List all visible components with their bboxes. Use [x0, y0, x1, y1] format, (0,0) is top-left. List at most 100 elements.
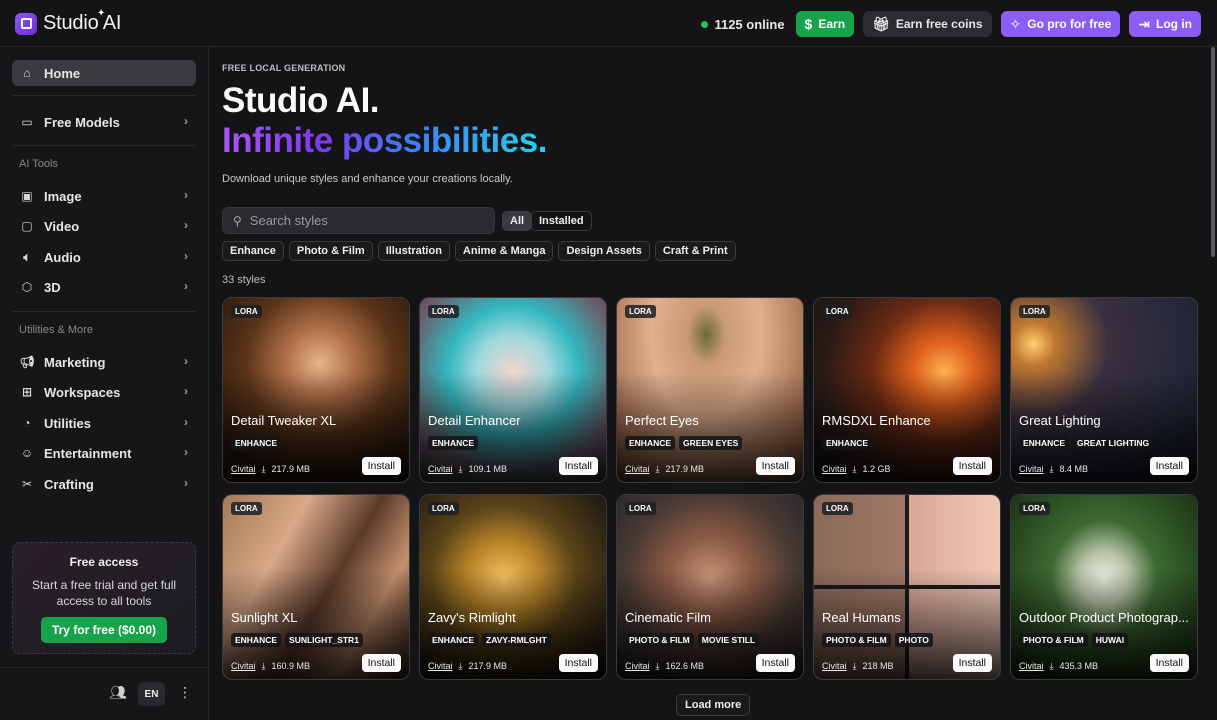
source-link[interactable]: Civitai — [428, 464, 453, 475]
sidebar-item-label: Image — [44, 188, 82, 204]
install-button[interactable]: Install — [755, 457, 795, 475]
card-title: Zavy's Rimlight — [428, 610, 516, 625]
source-link[interactable]: Civitai — [625, 464, 650, 475]
sidebar-item-entertainment[interactable]: ☺ Entertainment › — [12, 440, 196, 466]
free-access-description: Start a free trial and get full access t… — [31, 578, 177, 608]
card-tag: GREAT LIGHTING — [1073, 436, 1154, 450]
card-tag: MOVIE STILL — [697, 633, 760, 647]
source-link[interactable]: Civitai — [231, 464, 256, 475]
download-icon: ⤓ — [1049, 661, 1054, 671]
style-card[interactable]: LORA Outdoor Product Photograp... PHOTO … — [1010, 494, 1198, 680]
login-icon: ⇥ — [1138, 16, 1150, 32]
language-selector[interactable]: EN — [138, 682, 165, 706]
install-button[interactable]: Install — [361, 654, 401, 672]
chevron-right-icon: › — [184, 415, 188, 429]
grid-icon: ⊞ — [21, 385, 33, 399]
filter-installed[interactable]: Installed — [531, 211, 592, 231]
earn-coins-button[interactable]: 🎁︎ Earn free coins — [863, 11, 992, 37]
sidebar-item-utilities[interactable]: ◔ Utilities › — [12, 410, 196, 436]
category-chip[interactable]: Illustration — [377, 241, 450, 261]
scrollbar[interactable] — [1209, 47, 1217, 720]
app-logo[interactable]: Studio AI ✦ — [15, 8, 121, 35]
category-chip[interactable]: Design Assets — [558, 241, 650, 261]
sidebar-item-3d[interactable]: ⬡ 3D › — [12, 274, 196, 300]
page-title: Studio AI. — [222, 81, 380, 120]
sidebar-item-marketing[interactable]: 📢︎ Marketing › — [12, 349, 196, 375]
top-bar: Studio AI ✦ 1125 online $ Earn 🎁︎ Earn f… — [0, 0, 1217, 47]
try-free-button[interactable]: Try for free ($0.00) — [40, 617, 168, 643]
install-button[interactable]: Install — [1149, 654, 1189, 672]
sidebar-item-audio[interactable]: 🔈︎ Audio › — [12, 244, 196, 270]
login-button[interactable]: ⇥ Log in — [1129, 11, 1201, 37]
video-icon: ▢ — [21, 219, 33, 233]
install-button[interactable]: Install — [755, 654, 795, 672]
chevron-right-icon: › — [184, 476, 188, 490]
more-vertical-icon[interactable]: ⋮ — [178, 684, 192, 701]
category-chip[interactable]: Enhance — [222, 241, 284, 261]
card-title: Outdoor Product Photograp... — [1019, 610, 1189, 625]
style-card[interactable]: LORA Perfect Eyes ENHANCE GREEN EYES Civi… — [616, 297, 804, 483]
load-more-button[interactable]: Load more — [676, 694, 751, 716]
page-description: Download unique styles and enhance your … — [222, 173, 513, 185]
category-chip[interactable]: Anime & Manga — [454, 241, 554, 261]
eyebrow-label: FREE LOCAL GENERATION — [222, 63, 346, 73]
dollar-icon: $ — [804, 16, 813, 32]
style-card[interactable]: LORA Detail Enhancer ENHANCE Civitai ⤓ 109… — [419, 297, 607, 483]
lora-badge: LORA — [1019, 502, 1050, 515]
sidebar-item-video[interactable]: ▢ Video › — [12, 213, 196, 239]
lora-badge: LORA — [625, 502, 656, 515]
filter-all[interactable]: All — [502, 211, 533, 231]
earn-button[interactable]: $ Earn — [795, 11, 855, 37]
sidebar-item-image[interactable]: ▣ Image › — [12, 183, 196, 209]
sidebar-item-home[interactable]: ⌂ Home — [12, 60, 196, 86]
sidebar-item-label: Free Models — [44, 114, 120, 130]
image-icon: ▣ — [21, 189, 33, 203]
install-button[interactable]: Install — [558, 654, 598, 672]
source-link[interactable]: Civitai — [822, 464, 847, 475]
install-button[interactable]: Install — [952, 654, 992, 672]
card-tag: PHOTO & FILM — [822, 633, 891, 647]
lora-badge: LORA — [428, 502, 459, 515]
card-tag: HUWAI — [1091, 633, 1129, 647]
style-card[interactable]: LORA Real Humans PHOTO & FILM PHOTO Civit… — [813, 494, 1001, 680]
install-button[interactable]: Install — [361, 457, 401, 475]
style-card[interactable]: LORA Detail Tweaker XL ENHANCE Civitai ⤓ 2… — [222, 297, 410, 483]
divider — [12, 311, 196, 312]
sidebar-item-crafting[interactable]: ✂ Crafting › — [12, 471, 196, 497]
category-chip[interactable]: Craft & Print — [654, 241, 736, 261]
lora-badge: LORA — [822, 305, 853, 318]
card-tag: ENHANCE — [822, 436, 873, 450]
users-icon[interactable]: 👥︎ — [109, 684, 127, 701]
style-card[interactable]: LORA Zavy's Rimlight ENHANCE ZAVY-RMLGHT … — [419, 494, 607, 680]
sidebar-item-free-models[interactable]: ▭ Free Models › — [12, 109, 196, 135]
sidebar-item-workspaces[interactable]: ⊞ Workspaces › — [12, 379, 196, 405]
file-size: 109.1 MB — [468, 464, 508, 474]
file-size: 217.9 MB — [468, 661, 508, 671]
source-link[interactable]: Civitai — [1019, 464, 1044, 475]
lora-badge: LORA — [231, 305, 262, 318]
source-link[interactable]: Civitai — [822, 661, 847, 672]
go-pro-button[interactable]: ✧ Go pro for free — [1000, 11, 1121, 37]
category-chip[interactable]: Photo & Film — [288, 241, 373, 261]
install-button[interactable]: Install — [952, 457, 992, 475]
source-link[interactable]: Civitai — [625, 661, 650, 672]
style-card[interactable]: LORA Sunlight XL ENHANCE SUNLIGHT_STR1 Ci… — [222, 494, 410, 680]
section-heading-utilities: Utilities & More — [19, 324, 93, 336]
style-card[interactable]: LORA Cinematic Film PHOTO & FILM MOVIE ST… — [616, 494, 804, 680]
sidebar: ⌂ Home ▭ Free Models › AI Tools ▣ Image … — [0, 47, 209, 720]
source-link[interactable]: Civitai — [428, 661, 453, 672]
chevron-right-icon: › — [184, 188, 188, 202]
main-content: FREE LOCAL GENERATION Studio AI. Infinit… — [209, 47, 1209, 720]
source-link[interactable]: Civitai — [1019, 661, 1044, 672]
style-card[interactable]: LORA Great Lighting ENHANCE GREAT LIGHTIN… — [1010, 297, 1198, 483]
install-button[interactable]: Install — [558, 457, 598, 475]
download-icon: ⤓ — [1049, 464, 1054, 474]
sparkle-icon: ✦ — [97, 8, 106, 19]
scrollbar-thumb[interactable] — [1211, 47, 1215, 257]
install-button[interactable]: Install — [1149, 457, 1189, 475]
search-input[interactable] — [249, 213, 470, 228]
style-card[interactable]: LORA RMSDXL Enhance ENHANCE Civitai ⤓ 1.2 … — [813, 297, 1001, 483]
download-icon: ⤓ — [852, 464, 857, 474]
search-box[interactable]: ⚲ — [222, 207, 495, 234]
source-link[interactable]: Civitai — [231, 661, 256, 672]
